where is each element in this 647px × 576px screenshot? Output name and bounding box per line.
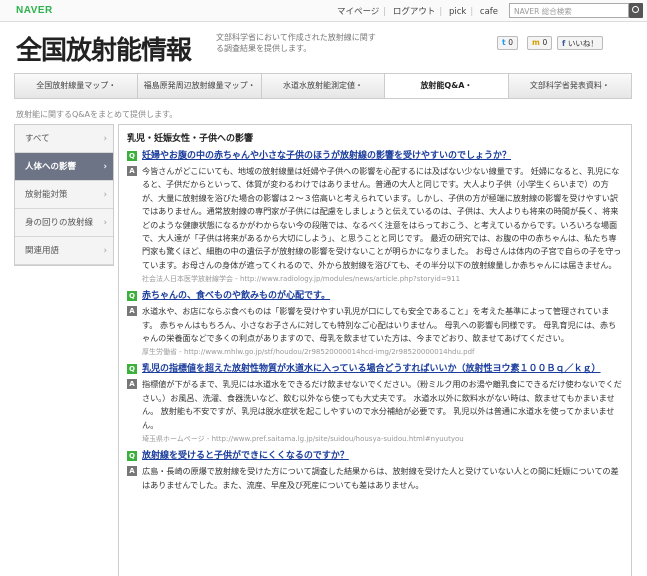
page-subtitle: 放射能に関するQ&Aをまとめて提供します。 — [16, 110, 178, 119]
pick-link[interactable]: pick — [449, 7, 466, 17]
answer-text: 広島・長崎の原爆で放射線を受けた方について調査した結果からは、放射線を受けた人と… — [142, 466, 619, 490]
answer-text: 指標値が下がるまで、乳児には水道水をできるだけ飲ませないでください。（粉ミルク用… — [142, 379, 622, 430]
tab-mext-docs[interactable]: 文部科学省発表資料・ — [509, 74, 631, 98]
question-row: Q 赤ちゃんの、食べものや飲みものが心配です。 — [127, 290, 623, 302]
tab-radiation-qa[interactable]: 放射能Q&A・ — [385, 74, 509, 98]
mixi-share-button[interactable]: m 0 — [527, 36, 553, 50]
answer-badge: A — [127, 466, 137, 477]
tab-water-values[interactable]: 水道水放射能測定値・ — [262, 74, 386, 98]
answer-text: 今皆さんがどこにいても、地域の放射線量は妊婦や子供への影響を心配するには及ばない… — [142, 166, 622, 270]
main-nav: 全国放射線量マップ・ 福島原発周辺放射線量マップ・ 水道水放射能測定値・ 放射能… — [14, 73, 632, 99]
answer-badge: A — [127, 306, 137, 317]
question-link[interactable]: 妊婦やお腹の中の赤ちゃんや小さな子供のほうが放射線の影響を受けやすいのでしょうか… — [142, 150, 511, 162]
question-badge: Q — [127, 451, 137, 462]
question-badge: Q — [127, 364, 137, 375]
twitter-share-button[interactable]: t 0 — [497, 36, 518, 50]
logout-link[interactable]: ログアウト — [393, 7, 436, 17]
question-badge: Q — [127, 291, 137, 302]
question-badge: Q — [127, 151, 137, 161]
tab-fukushima-map[interactable]: 福島原発周辺放射線量マップ・ — [138, 74, 262, 98]
answer-row: A 今皆さんがどこにいても、地域の放射線量は妊婦や子供への影響を心配するには及ばな… — [127, 165, 623, 272]
sidebar-item-all[interactable]: すべて — [15, 125, 113, 153]
question-row: Q 乳児の指標値を超えた放射性物質が水道水に入っている場合どうすればいいか（放射性… — [127, 363, 623, 375]
tab-radiation-map[interactable]: 全国放射線量マップ・ — [15, 74, 139, 98]
answer-row: A 指標値が下がるまで、乳児には水道水をできるだけ飲ませないでください。（粉ミルク… — [127, 378, 623, 432]
question-link[interactable]: 乳児の指標値を超えた放射性物質が水道水に入っている場合どうすればいいか（放射性ヨ… — [142, 363, 601, 375]
top-bar: NAVER マイページ | ログアウト | pick | cafe NAVER 総合検… — [0, 0, 647, 22]
cafe-link[interactable]: cafe — [480, 7, 498, 17]
mypage-link[interactable]: マイページ — [337, 7, 379, 17]
sidebar-item-health-effects[interactable]: 人体への影響 — [15, 153, 113, 181]
page-title: 全国放射能情報 — [16, 36, 192, 66]
source-citation: 埼玉県ホームページ - http://www.pref.saitama.lg.j… — [142, 435, 464, 444]
sidebar-item-everyday-radiation[interactable]: 身の回りの放射線 — [15, 209, 113, 237]
answer-badge: A — [127, 166, 137, 176]
source-citation: 厚生労働省 - http://www.mhlw.go.jp/stf/houdou… — [142, 348, 475, 357]
naver-logo[interactable]: NAVER — [16, 5, 53, 16]
sidebar-item-countermeasures[interactable]: 放射能対策 — [15, 181, 113, 209]
sidebar-item-glossary[interactable]: 関連用語 — [15, 237, 113, 265]
qa-content: 乳児・妊娠女性・子供への影響 Q 妊婦やお腹の中の赤ちゃんや小さな子供のほうが放射… — [118, 124, 632, 576]
answer-row: A 水道水や、お店にならぶ食べものは「影響を受けやすい乳児が口にしても安全であるこ… — [127, 305, 623, 345]
facebook-like-button[interactable]: f いいね！ — [557, 36, 603, 50]
top-links: マイページ | ログアウト | pick | cafe — [336, 7, 498, 17]
question-row: Q 妊婦やお腹の中の赤ちゃんや小さな子供のほうが放射線の影響を受けやすいのでしょう… — [127, 150, 623, 162]
section-title: 乳児・妊娠女性・子供への影響 — [127, 134, 254, 144]
page-header: 全国放射能情報 文部科学省において作成された放射線に関する調査結果を提供します。… — [0, 22, 647, 72]
search-icon[interactable] — [629, 3, 643, 18]
source-citation: 社会法人日本医学放射線学会 - http://www.radiology.jp/… — [142, 275, 461, 284]
question-row: Q 放射線を受けると子供ができにくくなるのですか？ — [127, 450, 623, 462]
page-description: 文部科学省において作成された放射線に関する調査結果を提供します。 — [216, 33, 376, 53]
search-input[interactable]: NAVER 総合検索 — [509, 3, 629, 18]
question-link[interactable]: 赤ちゃんの、食べものや飲みものが心配です。 — [142, 290, 330, 302]
sidebar: すべて 人体への影響 放射能対策 身の回りの放射線 関連用語 — [14, 124, 114, 266]
answer-badge: A — [127, 379, 137, 390]
question-link[interactable]: 放射線を受けると子供ができにくくなるのですか？ — [142, 450, 349, 462]
answer-text: 水道水や、お店にならぶ食べものは「影響を受けやすい乳児が口にしても安全であること… — [142, 306, 617, 344]
answer-row: A 広島・長崎の原爆で放射線を受けた方について調査した結果からは、放射線を受けた人… — [127, 465, 623, 492]
